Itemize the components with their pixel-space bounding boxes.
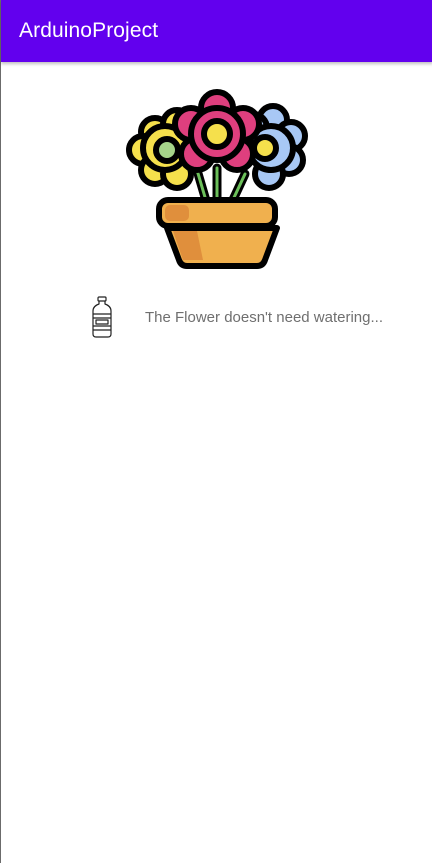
app-screen: ArduinoProject The Flower doesn't need w… xyxy=(0,0,432,863)
water-bottle-icon xyxy=(89,296,115,338)
app-bar: ArduinoProject xyxy=(1,0,432,62)
watering-status-text: The Flower doesn't need watering... xyxy=(145,309,383,326)
app-title: ArduinoProject xyxy=(19,19,159,42)
flower-pot-icon xyxy=(125,88,309,270)
